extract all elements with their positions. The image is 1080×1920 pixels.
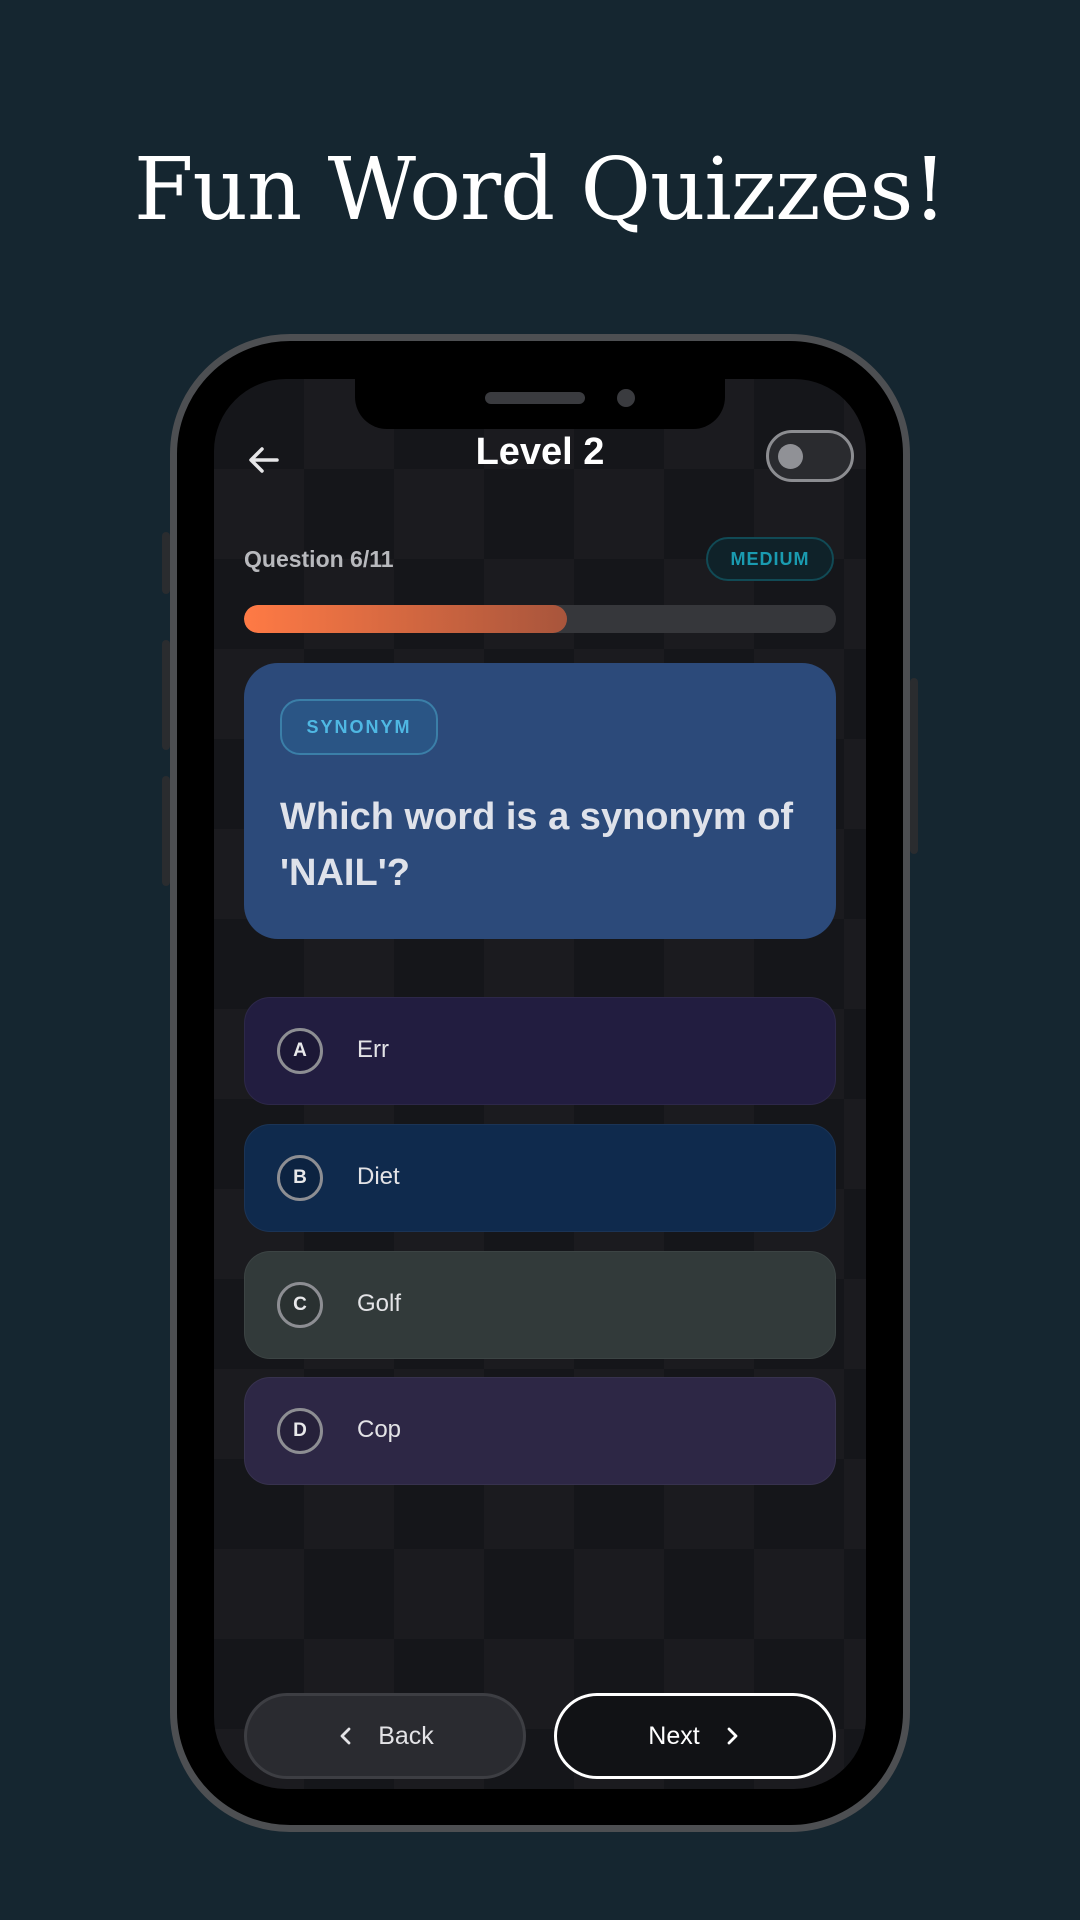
back-button[interactable]: Back <box>244 1693 526 1779</box>
difficulty-badge: MEDIUM <box>706 537 834 581</box>
notch <box>355 379 725 429</box>
option-label: Cop <box>357 1416 402 1443</box>
option-b[interactable]: B Diet <box>244 1124 836 1232</box>
back-button-label: Back <box>378 1721 434 1750</box>
next-button[interactable]: Next <box>554 1693 836 1779</box>
theme-toggle[interactable] <box>766 430 854 482</box>
option-label: Err <box>357 1036 389 1063</box>
option-a[interactable]: A Err <box>244 997 836 1105</box>
phone-side-button <box>162 640 170 750</box>
option-letter: C <box>277 1282 323 1328</box>
chevron-right-icon <box>727 1727 738 1745</box>
toggle-knob <box>778 444 803 469</box>
option-letter: D <box>277 1408 323 1454</box>
option-label: Diet <box>357 1163 400 1190</box>
phone-screen: Level 2 Question 6/11 MEDIUM SYNONYM Whi… <box>214 379 866 1789</box>
option-letter: B <box>277 1155 323 1201</box>
option-c[interactable]: C Golf <box>244 1251 836 1359</box>
camera-dot <box>617 389 635 407</box>
headline: Fun Word Quizzes! <box>133 140 947 240</box>
question-counter: Question 6/11 <box>244 546 394 572</box>
phone-side-button <box>910 678 918 854</box>
speaker <box>485 392 585 404</box>
next-button-label: Next <box>648 1721 700 1750</box>
chevron-left-icon <box>340 1727 351 1745</box>
phone-side-button <box>162 776 170 886</box>
question-type-badge: SYNONYM <box>280 699 438 755</box>
option-label: Golf <box>357 1290 402 1317</box>
progress-fill <box>244 605 567 633</box>
option-d[interactable]: D Cop <box>244 1377 836 1485</box>
question-text: Which word is a synonym of 'NAIL'? <box>280 796 794 894</box>
question-card: SYNONYM Which word is a synonym of 'NAIL… <box>244 663 836 939</box>
phone-side-button <box>162 532 170 594</box>
progress-bar <box>244 605 836 633</box>
option-letter: A <box>277 1028 323 1074</box>
